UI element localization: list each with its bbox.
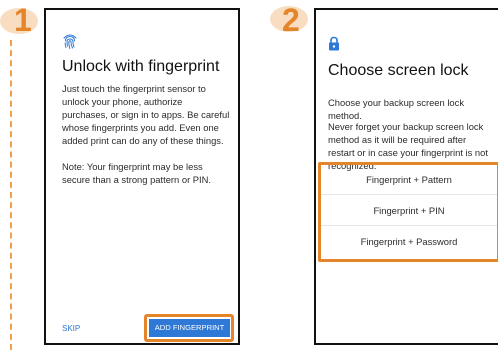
highlight-box: Fingerprint + Pattern Fingerprint + PIN … [318,162,498,262]
phone-screen-fingerprint: Unlock with fingerprint Just touch the f… [44,8,240,345]
skip-button[interactable]: SKIP [62,324,80,333]
dashed-guide-line [10,40,12,350]
option-fingerprint-password[interactable]: Fingerprint + Password [321,227,497,257]
phone-screen-lock: Choose screen lock Choose your backup sc… [314,8,498,345]
description-text: Just touch the fingerprint sensor to unl… [62,83,230,146]
lock-icon [329,36,339,51]
page-title: Unlock with fingerprint [62,58,220,75]
add-fingerprint-button[interactable]: ADD FINGERPRINT [149,319,230,337]
note-text: Note: Your fingerprint may be less secur… [62,161,212,185]
fingerprint-icon [63,34,77,49]
option-fingerprint-pattern[interactable]: Fingerprint + Pattern [321,165,497,195]
step-number-2: 2 [282,2,300,38]
tutorial-canvas: 1 2 Unlock with fingerprint Just touch t… [0,0,498,350]
step-number-1: 1 [14,2,32,38]
page-title: Choose screen lock [328,62,469,79]
description-text: Choose your backup screen lock method. [328,97,465,121]
option-fingerprint-pin[interactable]: Fingerprint + PIN [321,196,497,226]
